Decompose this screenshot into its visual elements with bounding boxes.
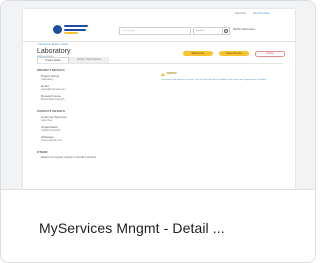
field-value: name@example.com xyxy=(41,88,66,91)
edit-service-button[interactable]: Edit Service xyxy=(183,51,213,56)
other-text: Reason for request: access to the HPC se… xyxy=(41,156,97,159)
search-placeholder: Find a page xyxy=(123,29,135,32)
warning-icon xyxy=(161,73,165,76)
field-value: Biomedical research xyxy=(41,98,65,101)
page-title: Laboratory xyxy=(37,48,71,55)
section-heading-contact: CONTACT DETAILS xyxy=(37,109,65,113)
contact-value: Cardiff University xyxy=(41,129,61,132)
cancel-service-button[interactable]: Cancel Service xyxy=(219,51,249,56)
page-preview-thumbnail: Need help Site Information Find a page S… xyxy=(1,1,315,190)
search-scope-value: Services xyxy=(196,29,205,32)
app-tile[interactable]: Need help Site Information Find a page S… xyxy=(0,0,316,263)
contact-value: www.example.com xyxy=(41,139,63,142)
notice-text: You have a new request to review. Check … xyxy=(161,79,267,81)
delete-button[interactable]: Delete xyxy=(255,51,285,57)
search-button[interactable] xyxy=(222,27,230,35)
section-heading-project: PROJECT DETAILS xyxy=(37,68,65,72)
preview-page: Need help Site Information Find a page S… xyxy=(23,9,295,189)
tabs-divider xyxy=(37,63,283,64)
topbar-link-help: Need help xyxy=(235,12,246,15)
section-heading-other: OTHER xyxy=(37,150,48,154)
logo-badge-icon xyxy=(53,25,62,34)
contact-value: Jane Doe xyxy=(41,119,53,122)
tile-title[interactable]: MyServices Mngmt - Detail ... xyxy=(39,220,225,236)
search-input[interactable]: Find a page xyxy=(119,27,191,35)
notice-panel: NOTICE You have a new request to review.… xyxy=(161,72,287,93)
account-menu[interactable]: MyDSU Maintenance xyxy=(233,28,256,31)
topbar-link-site-info: Site Information xyxy=(253,12,270,15)
search-scope-select[interactable]: Services xyxy=(193,27,223,35)
university-logo xyxy=(53,23,89,37)
breadcrumb[interactable]: < MyServices Mngmt - Detail xyxy=(37,43,68,46)
notice-heading: NOTICE xyxy=(167,72,177,75)
search-icon xyxy=(224,29,229,34)
header-divider xyxy=(23,41,295,42)
field-value: Laboratory xyxy=(41,78,54,81)
